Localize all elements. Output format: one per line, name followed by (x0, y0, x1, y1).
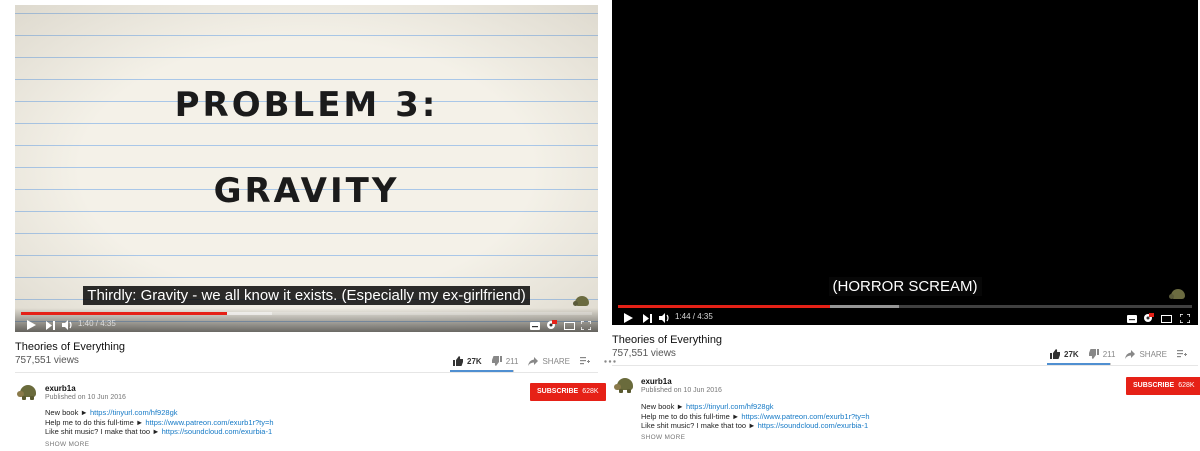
caption-text: Thirdly: Gravity - we all know it exists… (83, 286, 530, 305)
add-to-playlist-icon[interactable] (1177, 350, 1191, 358)
played-bar (21, 312, 227, 315)
subtitle-caption: Thirdly: Gravity - we all know it exists… (15, 286, 598, 305)
desc-link[interactable]: https://soundcloud.com/exurbia-1 (758, 421, 868, 430)
settings-icon[interactable] (1143, 313, 1154, 323)
played-bar (618, 305, 831, 308)
volume-icon[interactable] (659, 313, 670, 323)
right-screenshot: (HORROR SCREAM) 1:44 / 4:35 Theories of … (610, 0, 1200, 451)
add-to-playlist-icon[interactable] (580, 357, 594, 365)
video-player[interactable]: (HORROR SCREAM) 1:44 / 4:35 (612, 0, 1198, 325)
desc-link[interactable]: https://tinyurl.com/hf928gk (90, 408, 178, 417)
channel-watermark[interactable] (1169, 288, 1187, 302)
like-count: 27K (1064, 349, 1079, 359)
subscriber-count: 628K (582, 388, 599, 395)
channel-avatar[interactable] (614, 374, 636, 396)
progress-bar[interactable] (21, 312, 592, 315)
fullscreen-icon[interactable] (1180, 314, 1190, 323)
dislike-count: 211 (1102, 349, 1116, 359)
volume-icon[interactable] (62, 320, 73, 330)
next-icon[interactable] (643, 314, 652, 323)
thumbs-down-icon (491, 356, 502, 366)
channel-name[interactable]: exurb1a (45, 384, 76, 393)
like-button[interactable]: 27K (1050, 349, 1079, 359)
share-label: SHARE (542, 356, 571, 366)
description: New book ► https://tinyurl.com/hf928gk H… (641, 402, 870, 431)
frame-title-line1: PROBLEM 3: (174, 85, 439, 125)
time-display: 1:40 / 4:35 (78, 319, 116, 328)
subscriber-count: 628K (1178, 382, 1195, 389)
subscribe-button[interactable]: SUBSCRIBE 628K (1126, 377, 1200, 395)
play-icon[interactable] (624, 313, 633, 323)
settings-icon[interactable] (546, 320, 557, 330)
theater-icon[interactable] (1161, 315, 1172, 323)
desc-link[interactable]: https://tinyurl.com/hf928gk (686, 402, 774, 411)
left-screenshot: PROBLEM 3: GRAVITY Thirdly: Gravity - we… (0, 0, 616, 451)
like-count: 27K (467, 356, 482, 366)
publish-date: Published on 10 Jun 2016 (641, 387, 722, 394)
desc-line: Like shit music? I make that too ► https… (641, 421, 869, 430)
subtitle-caption: (HORROR SCREAM) (612, 277, 1198, 296)
share-label: SHARE (1139, 349, 1168, 359)
share-button[interactable]: SHARE (528, 356, 571, 366)
next-icon[interactable] (46, 321, 55, 330)
action-bar: 27K 211 SHARE (453, 356, 630, 366)
action-bar: 27K 211 SHARE (1050, 349, 1200, 359)
fullscreen-icon[interactable] (581, 321, 591, 330)
subscribe-button[interactable]: SUBSCRIBE 628K (530, 383, 606, 401)
video-title: Theories of Everything (612, 334, 723, 346)
desc-link[interactable]: https://www.patreon.com/exurb1r?ty=h (145, 418, 273, 427)
thumbs-down-icon (1088, 349, 1099, 359)
publish-date: Published on 10 Jun 2016 (45, 394, 126, 401)
share-icon (528, 356, 539, 366)
share-button[interactable]: SHARE (1125, 349, 1168, 359)
desc-line: Help me to do this full-time ► https://w… (641, 411, 870, 421)
dislike-count: 211 (505, 356, 519, 366)
show-more-button[interactable]: SHOW MORE (45, 441, 89, 448)
frame-title-line2: GRAVITY (213, 171, 400, 211)
like-button[interactable]: 27K (453, 356, 482, 366)
caption-text: (HORROR SCREAM) (828, 277, 982, 296)
desc-line: New book ► https://tinyurl.com/hf928gk (641, 402, 774, 411)
channel-avatar[interactable] (17, 381, 39, 403)
progress-bar[interactable] (618, 305, 1192, 308)
video-player[interactable]: PROBLEM 3: GRAVITY Thirdly: Gravity - we… (15, 5, 598, 332)
play-icon[interactable] (27, 320, 36, 330)
thumbs-up-icon (1050, 349, 1060, 359)
desc-line: Help me to do this full-time ► https://w… (45, 417, 274, 427)
divider (612, 365, 1198, 366)
desc-link[interactable]: https://www.patreon.com/exurb1r?ty=h (741, 412, 869, 421)
channel-watermark[interactable] (573, 295, 591, 309)
share-icon (1125, 349, 1136, 359)
video-title: Theories of Everything (15, 341, 126, 353)
dislike-button[interactable]: 211 (491, 356, 519, 366)
subtitles-icon[interactable] (1127, 315, 1137, 323)
subscribe-label: SUBSCRIBE (1133, 382, 1175, 389)
divider (15, 372, 598, 373)
channel-name[interactable]: exurb1a (641, 377, 672, 386)
theater-icon[interactable] (564, 322, 575, 330)
description: New book ► https://tinyurl.com/hf928gk H… (45, 408, 274, 437)
view-count: 757,551 views (15, 355, 79, 366)
desc-link[interactable]: https://soundcloud.com/exurbia-1 (162, 427, 272, 436)
player-controls: 1:40 / 4:35 (15, 308, 598, 332)
dislike-button[interactable]: 211 (1088, 349, 1116, 359)
lined-paper-frame (15, 5, 598, 332)
subtitles-icon[interactable] (530, 322, 540, 330)
subscribe-label: SUBSCRIBE (537, 388, 579, 395)
show-more-button[interactable]: SHOW MORE (641, 434, 685, 441)
time-display: 1:44 / 4:35 (675, 312, 713, 321)
desc-line: New book ► https://tinyurl.com/hf928gk (45, 408, 178, 417)
desc-line: Like shit music? I make that too ► https… (45, 427, 273, 436)
view-count: 757,551 views (612, 348, 676, 359)
player-controls: 1:44 / 4:35 (612, 301, 1198, 325)
thumbs-up-icon (453, 356, 463, 366)
